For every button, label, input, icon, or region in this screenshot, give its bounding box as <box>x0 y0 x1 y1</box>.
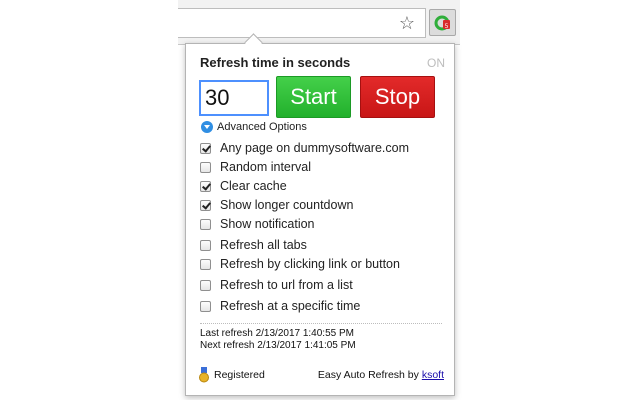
easy-auto-refresh-icon: 5 <box>434 15 450 31</box>
credit-text: Easy Auto Refresh by <box>317 369 419 381</box>
option-label: Clear cache <box>220 179 287 193</box>
checkbox[interactable] <box>200 199 211 211</box>
registered-status: Registered <box>199 367 265 383</box>
last-refresh-text: Last refresh 2/13/2017 1:40:55 PM <box>200 328 354 339</box>
option-label: Refresh to url from a list <box>220 278 353 292</box>
divider <box>200 323 442 324</box>
checkbox[interactable] <box>200 142 211 154</box>
checkbox[interactable] <box>200 300 211 312</box>
extension-popup: Refresh time in seconds ON Start Stop Ad… <box>185 43 455 396</box>
credit: Easy Auto Refresh by ksoft <box>318 369 444 381</box>
bookmark-star-icon[interactable]: ☆ <box>399 12 415 34</box>
medal-icon <box>199 367 209 383</box>
option-any-page[interactable]: Any page on dummysoftware.com <box>200 140 409 156</box>
svg-text:5: 5 <box>445 23 449 30</box>
checkbox[interactable] <box>200 279 211 291</box>
registered-label: Registered <box>214 369 265 381</box>
ksoft-link[interactable]: ksoft <box>422 369 444 381</box>
status-label: ON <box>427 56 445 70</box>
stop-button[interactable]: Stop <box>360 76 435 118</box>
advanced-options-label: Advanced Options <box>217 121 307 133</box>
address-bar[interactable]: ☆ <box>178 8 426 38</box>
option-label: Any page on dummysoftware.com <box>220 141 409 155</box>
popup-title: Refresh time in seconds <box>200 55 351 70</box>
extension-button[interactable]: 5 <box>429 9 456 36</box>
option-refresh-to-url[interactable]: Refresh to url from a list <box>200 277 353 293</box>
option-refresh-by-click[interactable]: Refresh by clicking link or button <box>200 256 400 272</box>
option-refresh-all-tabs[interactable]: Refresh all tabs <box>200 237 307 253</box>
checkbox[interactable] <box>200 161 211 173</box>
next-refresh-text: Next refresh 2/13/2017 1:41:05 PM <box>200 340 356 351</box>
chevron-down-icon <box>201 121 213 133</box>
option-clear-cache[interactable]: Clear cache <box>200 178 287 194</box>
checkbox[interactable] <box>200 258 211 270</box>
advanced-options-toggle[interactable]: Advanced Options <box>201 121 307 133</box>
option-show-notification[interactable]: Show notification <box>200 216 315 232</box>
option-label: Show notification <box>220 217 315 231</box>
checkbox[interactable] <box>200 218 211 230</box>
option-label: Refresh by clicking link or button <box>220 257 400 271</box>
option-label: Refresh all tabs <box>220 238 307 252</box>
option-refresh-at-time[interactable]: Refresh at a specific time <box>200 298 360 314</box>
checkbox[interactable] <box>200 180 211 192</box>
start-button[interactable]: Start <box>276 76 351 118</box>
option-label: Show longer countdown <box>220 198 354 212</box>
option-show-longer-countdown[interactable]: Show longer countdown <box>200 197 353 213</box>
checkbox[interactable] <box>200 239 211 251</box>
option-label: Refresh at a specific time <box>220 299 361 313</box>
option-random-interval[interactable]: Random interval <box>200 159 311 175</box>
browser-toolbar: ☆ 5 <box>178 0 460 45</box>
refresh-time-input[interactable] <box>199 80 269 116</box>
option-label: Random interval <box>220 160 312 174</box>
